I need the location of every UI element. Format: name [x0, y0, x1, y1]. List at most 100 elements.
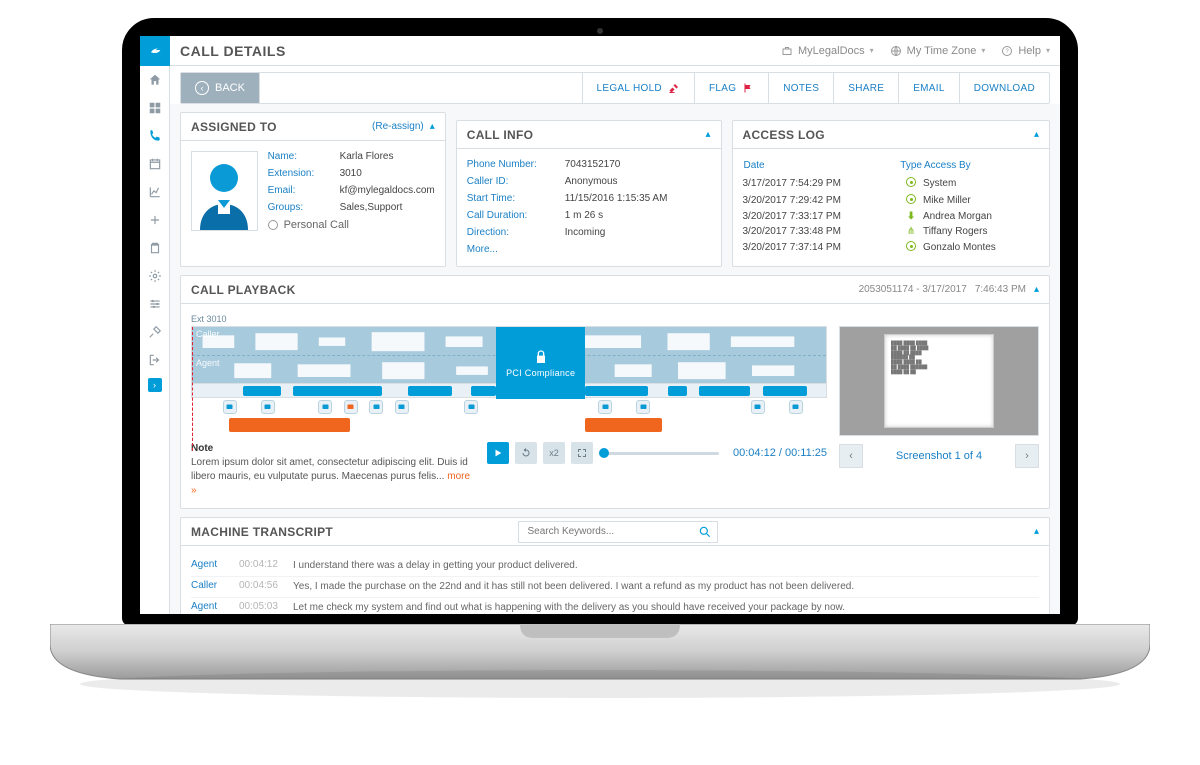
sidebar-plus-icon[interactable] [140, 206, 170, 234]
call-info-title: CALL INFO [467, 128, 706, 142]
flag-button[interactable]: FLAG [694, 73, 768, 103]
org-selector[interactable]: MyLegalDocs ▾ [781, 45, 874, 57]
phone-value: 7043152170 [565, 159, 711, 170]
sidebar-chart-icon[interactable] [140, 178, 170, 206]
timestamp: 00:05:03 [239, 601, 283, 614]
message: I understand there was a delay in gettin… [293, 559, 1039, 573]
playback-meta-time: 7:46:43 PM [975, 284, 1026, 295]
radio-icon [268, 220, 278, 230]
callerid-label: Caller ID: [467, 176, 557, 187]
app-logo[interactable] [140, 36, 170, 66]
avatar [191, 151, 258, 231]
action-toolbar: ‹ BACK LEGAL HOLD FLAG NOTES [180, 72, 1050, 104]
access-type-icon [899, 239, 923, 256]
duration-label: Call Duration: [467, 210, 557, 221]
marker[interactable] [789, 400, 803, 414]
share-button[interactable]: SHARE [833, 73, 898, 103]
prev-screenshot-button[interactable]: ‹ [839, 444, 863, 468]
marker[interactable] [261, 400, 275, 414]
collapse-icon[interactable]: ▴ [1034, 129, 1039, 140]
ext-value: 3010 [340, 168, 435, 179]
email-label: Email: [268, 185, 332, 196]
flag-segment[interactable] [585, 418, 661, 432]
transcript-search-input[interactable] [518, 521, 718, 543]
next-screenshot-button[interactable]: › [1015, 444, 1039, 468]
playback-title: CALL PLAYBACK [191, 283, 859, 297]
help-menu[interactable]: ? Help ▾ [1001, 45, 1050, 57]
phone-label: Phone Number: [467, 159, 557, 170]
transcript-row: Caller00:04:56Yes, I made the purchase o… [191, 576, 1039, 597]
play-button[interactable] [487, 442, 509, 464]
reassign-link[interactable]: (Re-assign) [372, 121, 424, 132]
sidebar-tools-icon[interactable] [140, 318, 170, 346]
lock-icon [533, 349, 549, 365]
sidebar-clipboard-icon[interactable] [140, 234, 170, 262]
more-link[interactable]: More... [467, 244, 498, 255]
collapse-icon[interactable]: ▴ [705, 129, 710, 140]
sidebar-expand-button[interactable]: › [148, 378, 162, 392]
flag-row [191, 416, 827, 434]
screenshot-counter: Screenshot 1 of 4 [871, 450, 1007, 462]
marker[interactable] [369, 400, 383, 414]
duration-value: 1 m 26 s [565, 210, 711, 221]
access-log-row: 3/20/2017 7:37:14 PMGonzalo Montes [743, 239, 1040, 256]
note-block: Note Lorem ipsum dolor sit amet, consect… [191, 442, 473, 498]
marker[interactable] [598, 400, 612, 414]
collapse-icon[interactable]: ▴ [1034, 284, 1039, 295]
sidebar-sliders-icon[interactable] [140, 290, 170, 318]
rewind-button[interactable] [515, 442, 537, 464]
speaker: Agent [191, 559, 229, 573]
marker[interactable] [636, 400, 650, 414]
search-icon[interactable] [698, 525, 712, 542]
chevron-down-icon: ▾ [1046, 46, 1050, 55]
notes-button[interactable]: NOTES [768, 73, 833, 103]
timezone-selector[interactable]: My Time Zone ▾ [890, 45, 986, 57]
assigned-to-title: ASSIGNED TO [191, 120, 372, 134]
marker[interactable] [223, 400, 237, 414]
speed-button[interactable]: x2 [543, 442, 565, 464]
collapse-icon[interactable]: ▴ [430, 121, 435, 132]
back-arrow-icon: ‹ [195, 81, 209, 95]
screenshot-thumbnail[interactable]: ████ ████ ██████ ████ ██ ████████ ██ ███… [839, 326, 1039, 436]
laptop-camera [597, 28, 603, 34]
sidebar-grid-icon[interactable] [140, 94, 170, 122]
access-log-row: 3/17/2017 7:54:29 PMSystem [743, 175, 1040, 192]
back-button[interactable]: ‹ BACK [181, 73, 260, 103]
speaker: Agent [191, 601, 229, 614]
sidebar-settings-icon[interactable] [140, 262, 170, 290]
marker-active[interactable] [344, 400, 358, 414]
access-date: 3/20/2017 7:33:17 PM [743, 209, 900, 224]
expand-button[interactable] [571, 442, 593, 464]
download-button[interactable]: DOWNLOAD [959, 73, 1049, 103]
call-playback-panel: CALL PLAYBACK 2053051174 - 3/17/2017 7:4… [180, 275, 1050, 509]
marker[interactable] [751, 400, 765, 414]
pci-overlay: PCI Compliance [496, 327, 585, 399]
speaker: Caller [191, 580, 229, 594]
email-button[interactable]: EMAIL [898, 73, 959, 103]
marker[interactable] [318, 400, 332, 414]
seek-slider[interactable] [599, 452, 719, 455]
message: Yes, I made the purchase on the 22nd and… [293, 580, 1039, 594]
marker[interactable] [464, 400, 478, 414]
waveform-tracks[interactable]: Caller [191, 326, 827, 398]
access-type-icon: ⬇ [899, 209, 923, 224]
access-type-icon [899, 175, 923, 192]
access-date: 3/20/2017 7:33:48 PM [743, 224, 900, 239]
col-date: Date [743, 159, 900, 175]
flag-segment[interactable] [229, 418, 350, 432]
sidebar-home-icon[interactable] [140, 66, 170, 94]
chevron-down-icon: ▾ [981, 46, 985, 55]
access-type-icon [899, 192, 923, 209]
transcript-title: MACHINE TRANSCRIPT [191, 525, 506, 539]
gavel-icon [668, 82, 680, 94]
marker[interactable] [395, 400, 409, 414]
sidebar-phone-icon[interactable] [140, 122, 170, 150]
sidebar-logout-icon[interactable] [140, 346, 170, 374]
legal-hold-button[interactable]: LEGAL HOLD [582, 73, 694, 103]
access-log-table: Date Type Access By 3/17/2017 7:54:29 PM… [743, 159, 1040, 256]
collapse-icon[interactable]: ▴ [1034, 526, 1039, 537]
sidebar-calendar-icon[interactable] [140, 150, 170, 178]
globe-icon [890, 45, 902, 57]
personal-call-toggle[interactable]: Personal Call [268, 219, 435, 231]
note-text: Lorem ipsum dolor sit amet, consectetur … [191, 457, 468, 482]
